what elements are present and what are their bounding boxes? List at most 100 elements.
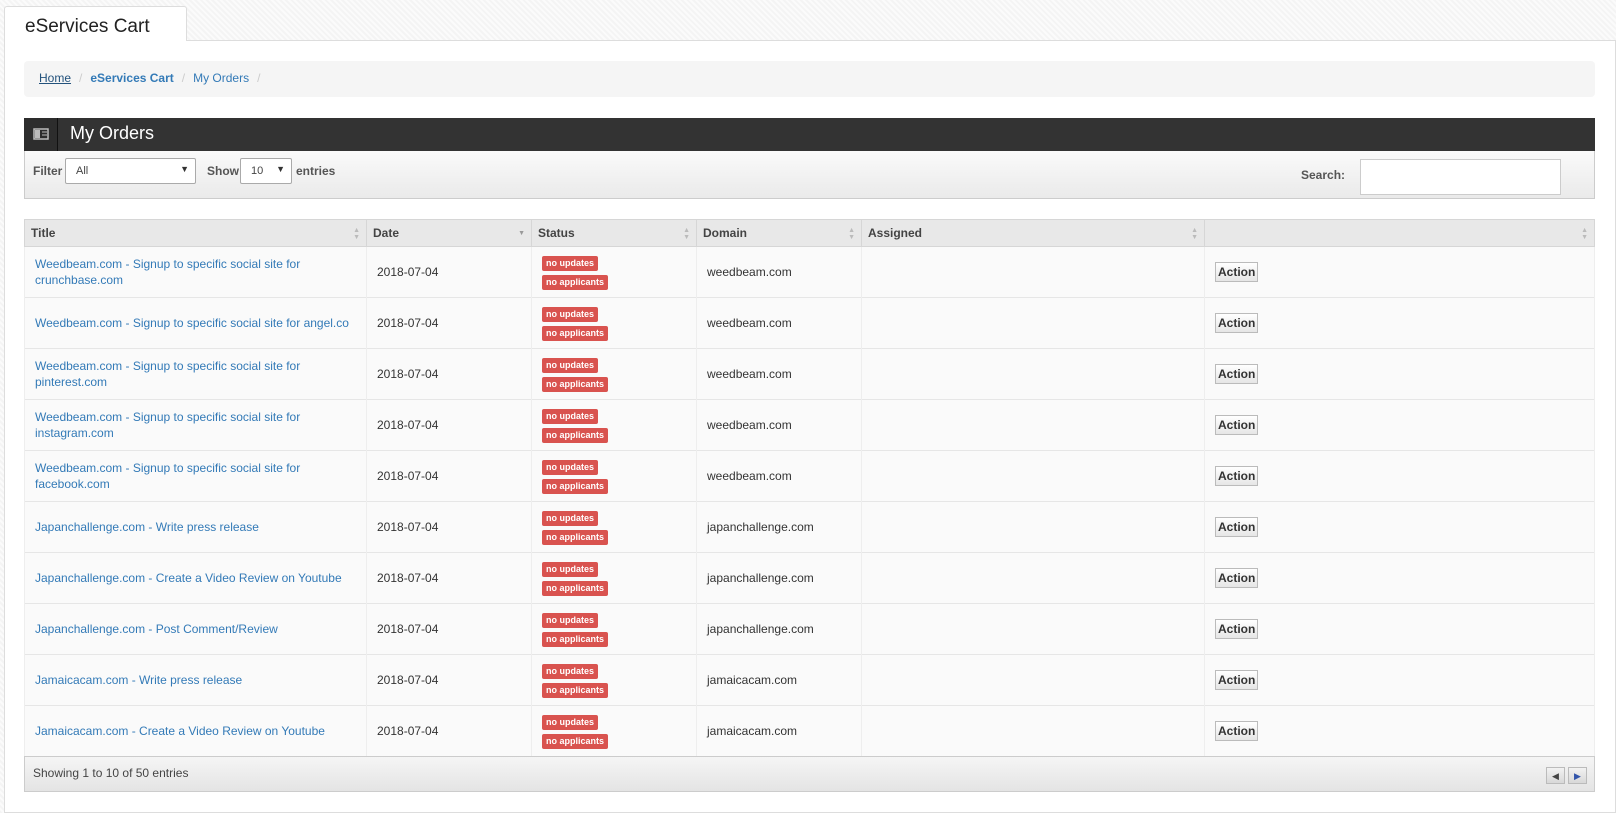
order-title-link[interactable]: Weedbeam.com - Signup to specific social… <box>35 359 300 389</box>
status-badge-applicants: no applicants <box>542 376 609 392</box>
cell-assigned <box>861 348 1205 400</box>
cell-action: Action <box>1204 348 1595 400</box>
search-input[interactable] <box>1360 159 1561 195</box>
table-row: Weedbeam.com - Signup to specific social… <box>24 348 1595 400</box>
action-button[interactable]: Action <box>1215 313 1259 333</box>
action-button[interactable]: Action <box>1215 517 1259 537</box>
next-page-icon[interactable]: ▶ <box>1568 767 1587 784</box>
order-title-link[interactable]: Weedbeam.com - Signup to specific social… <box>35 410 300 440</box>
order-title-link[interactable]: Japanchallenge.com - Write press release <box>35 520 259 534</box>
order-title-link[interactable]: Japanchallenge.com - Post Comment/Review <box>35 622 278 636</box>
action-button[interactable]: Action <box>1215 670 1259 690</box>
column-header-status[interactable]: Status ▲ ▼ <box>531 219 697 247</box>
cell-status: no updates no applicants <box>531 246 697 298</box>
column-header-date[interactable]: Date ▼ <box>366 219 532 247</box>
breadcrumb-my-orders-link[interactable]: My Orders <box>193 71 249 85</box>
page-size-select[interactable]: 10 ▼ <box>240 158 292 184</box>
cell-date: 2018-07-04 <box>366 654 532 706</box>
status-badge-updates: no updates <box>542 306 599 322</box>
cell-title: Weedbeam.com - Signup to specific social… <box>24 246 367 298</box>
cell-title: Weedbeam.com - Signup to specific social… <box>24 399 367 451</box>
status-badge-updates: no updates <box>542 714 599 730</box>
action-button[interactable]: Action <box>1215 619 1259 639</box>
order-title-link[interactable]: Weedbeam.com - Signup to specific social… <box>35 257 300 287</box>
cell-action: Action <box>1204 705 1595 757</box>
table-toolbar: Filter All ▼ Show 10 ▼ entries Search: <box>24 151 1595 199</box>
status-badge-updates: no updates <box>542 357 599 373</box>
column-header-title[interactable]: Title ▲ ▼ <box>24 219 367 247</box>
cell-status: no updates no applicants <box>531 348 697 400</box>
cell-domain: japanchallenge.com <box>696 501 862 553</box>
cell-status: no updates no applicants <box>531 450 697 502</box>
cell-title: Japanchallenge.com - Post Comment/Review <box>24 603 367 655</box>
cell-action: Action <box>1204 654 1595 706</box>
page-title: My Orders <box>70 123 155 143</box>
table-row: Jamaicacam.com - Create a Video Review o… <box>24 705 1595 757</box>
column-header-assigned[interactable]: Assigned ▲ ▼ <box>861 219 1205 247</box>
status-badge-applicants: no applicants <box>542 733 609 749</box>
cell-status: no updates no applicants <box>531 603 697 655</box>
action-button[interactable]: Action <box>1215 364 1259 384</box>
cell-title: Jamaicacam.com - Create a Video Review o… <box>24 705 367 757</box>
box-header: My Orders <box>24 118 1595 151</box>
column-header-action[interactable]: ▲ ▼ <box>1204 219 1595 247</box>
cell-assigned <box>861 603 1205 655</box>
cell-domain: weedbeam.com <box>696 348 862 400</box>
status-badge-updates: no updates <box>542 510 599 526</box>
column-header-domain[interactable]: Domain ▲ ▼ <box>696 219 862 247</box>
cell-date: 2018-07-04 <box>366 501 532 553</box>
cell-assigned <box>861 450 1205 502</box>
cell-assigned <box>861 552 1205 604</box>
cell-date: 2018-07-04 <box>366 450 532 502</box>
cell-status: no updates no applicants <box>531 399 697 451</box>
cell-action: Action <box>1204 603 1595 655</box>
cell-assigned <box>861 501 1205 553</box>
status-badge-applicants: no applicants <box>542 529 609 545</box>
action-button[interactable]: Action <box>1215 721 1259 742</box>
sort-icon: ▲ ▼ <box>1191 227 1198 241</box>
status-badge-updates: no updates <box>542 663 599 679</box>
table-row: Japanchallenge.com - Post Comment/Review… <box>24 603 1595 655</box>
table-row: Japanchallenge.com - Write press release… <box>24 501 1595 553</box>
cell-status: no updates no applicants <box>531 297 697 349</box>
cell-title: Jamaicacam.com - Write press release <box>24 654 367 706</box>
table-row: Weedbeam.com - Signup to specific social… <box>24 297 1595 349</box>
tab-eservices-cart[interactable]: eServices Cart <box>4 6 187 41</box>
cell-domain: jamaicacam.com <box>696 705 862 757</box>
cell-title: Japanchallenge.com - Create a Video Revi… <box>24 552 367 604</box>
action-button[interactable]: Action <box>1215 466 1259 486</box>
status-badge-updates: no updates <box>542 612 599 628</box>
status-badge-applicants: no applicants <box>542 274 609 290</box>
cell-action: Action <box>1204 297 1595 349</box>
table-row: Jamaicacam.com - Write press release 2018… <box>24 654 1595 706</box>
action-button[interactable]: Action <box>1215 568 1259 588</box>
cell-title: Weedbeam.com - Signup to specific social… <box>24 297 367 349</box>
cell-assigned <box>861 246 1205 298</box>
status-badge-updates: no updates <box>542 459 599 475</box>
status-badge-updates: no updates <box>542 255 599 271</box>
previous-page-icon[interactable]: ◀ <box>1546 767 1565 784</box>
cell-date: 2018-07-04 <box>366 603 532 655</box>
page-size-select-value: 10 <box>251 165 264 177</box>
cell-title: Weedbeam.com - Signup to specific social… <box>24 450 367 502</box>
cell-domain: japanchallenge.com <box>696 552 862 604</box>
order-title-link[interactable]: Jamaicacam.com - Write press release <box>35 673 242 687</box>
filter-label: Filter <box>33 164 63 178</box>
order-title-link[interactable]: Weedbeam.com - Signup to specific social… <box>35 461 300 491</box>
table-row: Weedbeam.com - Signup to specific social… <box>24 246 1595 298</box>
cell-assigned <box>861 705 1205 757</box>
filter-select[interactable]: All ▼ <box>65 158 196 184</box>
breadcrumb-eservices-cart-link[interactable]: eServices Cart <box>90 71 173 85</box>
cell-action: Action <box>1204 399 1595 451</box>
status-badge-applicants: no applicants <box>542 580 609 596</box>
order-title-link[interactable]: Japanchallenge.com - Create a Video Revi… <box>35 571 342 585</box>
order-title-link[interactable]: Weedbeam.com - Signup to specific social… <box>35 316 349 330</box>
action-button[interactable]: Action <box>1215 262 1259 282</box>
cell-domain: weedbeam.com <box>696 399 862 451</box>
order-title-link[interactable]: Jamaicacam.com - Create a Video Review o… <box>35 724 325 738</box>
action-button[interactable]: Action <box>1215 415 1259 435</box>
cell-domain: jamaicacam.com <box>696 654 862 706</box>
breadcrumb-home-link[interactable]: Home <box>39 71 71 85</box>
table-header-row: Title ▲ ▼ Date ▼ Status ▲ ▼ Domain ▲ ▼ Assigned… <box>24 219 1595 247</box>
sort-icon: ▲ ▼ <box>848 227 855 241</box>
